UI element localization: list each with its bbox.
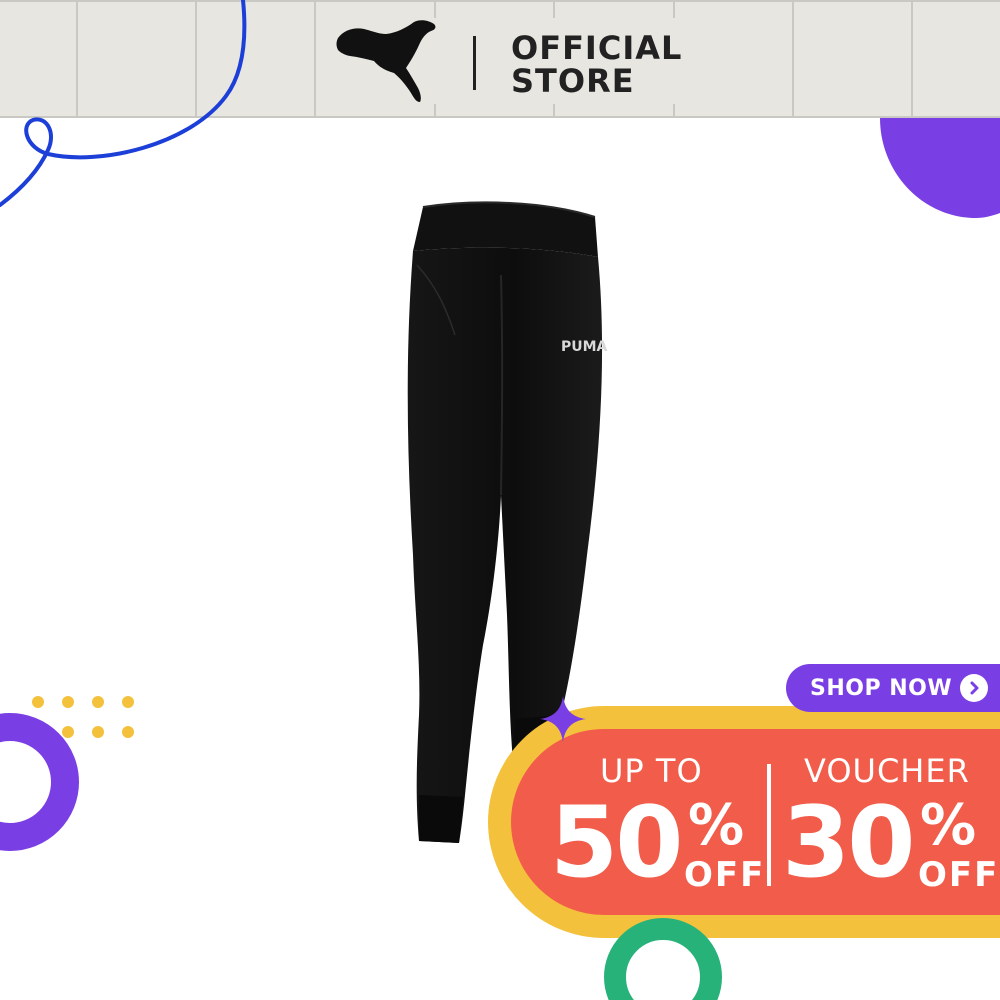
promo-discount-value: 50 <box>550 786 683 900</box>
promo-divider <box>767 764 771 886</box>
product-waist-logo: PUMA <box>561 339 608 355</box>
promo-voucher-value: 30 <box>782 786 915 900</box>
promo-voucher-percent: % <box>920 793 977 858</box>
sparkle-icon <box>540 696 586 742</box>
promo-discount-caption: UP TO <box>600 752 703 790</box>
store-label-line1: OFFICIAL <box>511 29 683 67</box>
official-store-label: OFFICIAL STORE <box>511 32 682 98</box>
puma-leaping-cat-logo-icon <box>336 20 436 102</box>
shop-now-button[interactable]: SHOP NOW <box>786 664 1000 712</box>
header-gridline <box>792 0 794 118</box>
promo-voucher-caption: VOUCHER <box>804 752 970 790</box>
promo-discount-off: OFF <box>684 855 766 895</box>
chevron-right-circle-icon <box>960 674 989 702</box>
header-gridline <box>911 0 913 118</box>
header-gridline <box>314 0 316 118</box>
promo-voucher-off: OFF <box>918 855 1000 895</box>
blue-curve-decoration <box>0 0 247 207</box>
promo-discount-percent: % <box>688 793 745 858</box>
shop-now-label: SHOP NOW <box>810 675 953 701</box>
green-ring-decoration <box>604 918 722 1000</box>
purple-semicircle-decoration <box>880 118 1000 218</box>
purple-ring-decoration <box>0 713 79 851</box>
store-label-line2: STORE <box>511 62 635 100</box>
logo-divider <box>473 36 476 90</box>
